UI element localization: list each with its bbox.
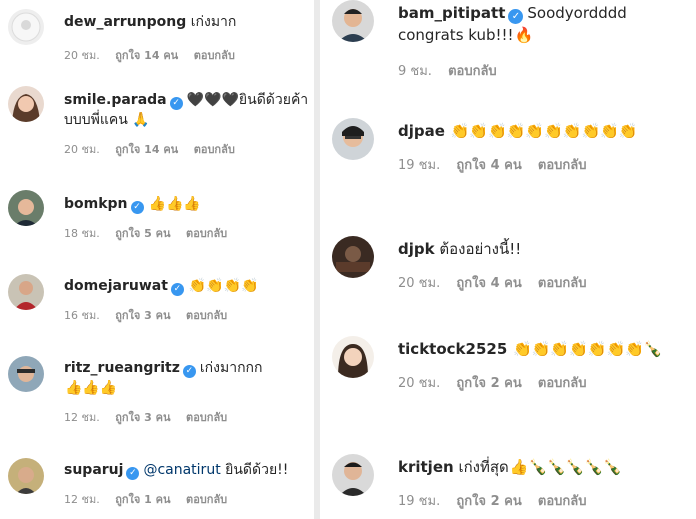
comment-username[interactable]: domejaruwat <box>64 278 168 294</box>
reply-link[interactable]: ตอบกลับ <box>448 64 497 79</box>
comment-time: 20 ชม. <box>398 376 441 391</box>
comments-screenshot: dew_arrunpong เก่งมาก 20 ชม. ถูกใจ 14 คน… <box>0 0 696 519</box>
comment-likes[interactable]: ถูกใจ 14 คน <box>115 49 178 62</box>
comment-emoji: 👍🍾🍾🍾🍾🍾 <box>509 458 622 476</box>
comment-username[interactable]: djpae <box>398 122 445 140</box>
comment-time: 20 ชม. <box>64 143 100 156</box>
avatar[interactable] <box>332 236 374 278</box>
comments-panel-left: dew_arrunpong เก่งมาก 20 ชม. ถูกใจ 14 คน… <box>0 0 314 519</box>
comment-username[interactable]: dew_arrunpong <box>64 14 186 30</box>
verified-badge-icon: ✓ <box>130 201 144 214</box>
comment-time: 19 ชม. <box>398 494 441 509</box>
reply-link[interactable]: ตอบกลับ <box>194 143 235 156</box>
comment-likes[interactable]: ถูกใจ 2 คน <box>456 376 521 391</box>
comment-username[interactable]: djpk <box>398 240 435 258</box>
comment-time: 19 ชม. <box>398 158 441 173</box>
reply-link[interactable]: ตอบกลับ <box>538 376 587 391</box>
comment-likes[interactable]: ถูกใจ 3 คน <box>115 411 170 424</box>
comment-emoji: 👏👏👏👏 <box>188 278 259 294</box>
comment-emoji: 👍👍👍 <box>65 380 118 396</box>
comment-username[interactable]: smile.parada <box>64 92 167 108</box>
comment-text: ต้องอย่างนี้!! <box>439 240 522 258</box>
avatar[interactable] <box>8 458 44 494</box>
reply-link[interactable]: ตอบกลับ <box>538 158 587 173</box>
avatar[interactable] <box>8 86 44 122</box>
avatar[interactable] <box>332 454 374 496</box>
reply-link[interactable]: ตอบกลับ <box>186 227 227 240</box>
avatar[interactable] <box>8 356 44 392</box>
verified-badge-icon: ✓ <box>126 467 140 480</box>
comments-panel-right: bam_pitipatt ✓ Soodyordddd congrats kub!!!… <box>320 0 696 519</box>
comment-time: 20 ชม. <box>64 49 100 62</box>
comment-likes[interactable]: ถูกใจ 4 คน <box>456 276 521 291</box>
comment-time: 9 ชม. <box>398 64 432 79</box>
comment-username[interactable]: ticktock2525 <box>398 340 507 358</box>
comment-username[interactable]: bam_pitipatt <box>398 4 505 22</box>
comment-likes[interactable]: ถูกใจ 5 คน <box>115 227 170 240</box>
reply-link[interactable]: ตอบกลับ <box>538 494 587 509</box>
comment-time: 16 ชม. <box>64 309 100 322</box>
comment-emoji: 🔥 <box>514 26 534 44</box>
avatar[interactable] <box>8 274 44 310</box>
reply-link[interactable]: ตอบกลับ <box>186 411 227 424</box>
avatar[interactable] <box>8 190 44 226</box>
avatar[interactable] <box>332 336 374 378</box>
comment-text: เก่งมาก <box>190 14 237 30</box>
comment-emoji: 👏👏👏👏👏👏👏🍾 <box>513 340 663 358</box>
comment-text: เก่งที่สุด <box>458 458 509 476</box>
comment-likes[interactable]: ถูกใจ 1 คน <box>115 493 170 506</box>
verified-badge-icon: ✓ <box>508 9 524 24</box>
comment-emoji: 👍👍👍 <box>148 196 201 212</box>
comment-username[interactable]: bomkpn <box>64 196 128 212</box>
comment-likes[interactable]: ถูกใจ 4 คน <box>456 158 521 173</box>
comment-likes[interactable]: ถูกใจ 14 คน <box>115 143 178 156</box>
comment-mention[interactable]: @canatirut <box>143 462 220 478</box>
comment-username[interactable]: kritjen <box>398 458 454 476</box>
comment-likes[interactable]: ถูกใจ 2 คน <box>456 494 521 509</box>
comment-text: ยินดีด้วย!! <box>225 462 289 478</box>
verified-badge-icon: ✓ <box>169 97 183 110</box>
comment-username[interactable]: ritz_rueangritz <box>64 360 180 376</box>
avatar[interactable] <box>8 9 44 45</box>
comment-username[interactable]: suparuj <box>64 462 123 478</box>
comment-time: 18 ชม. <box>64 227 100 240</box>
comment-text: เก่งมากกก <box>199 360 263 376</box>
reply-link[interactable]: ตอบกลับ <box>186 493 227 506</box>
reply-link[interactable]: ตอบกลับ <box>194 49 235 62</box>
avatar[interactable] <box>332 0 374 42</box>
avatar[interactable] <box>332 118 374 160</box>
reply-link[interactable]: ตอบกลับ <box>186 309 227 322</box>
comment-time: 12 ชม. <box>64 493 100 506</box>
comment-likes[interactable]: ถูกใจ 3 คน <box>115 309 170 322</box>
verified-badge-icon: ✓ <box>182 365 196 378</box>
comment-time: 20 ชม. <box>398 276 441 291</box>
reply-link[interactable]: ตอบกลับ <box>538 276 587 291</box>
verified-badge-icon: ✓ <box>170 283 184 296</box>
comment-time: 12 ชม. <box>64 411 100 424</box>
comment-emoji: 👏👏👏👏👏👏👏👏👏👏 <box>450 122 638 140</box>
